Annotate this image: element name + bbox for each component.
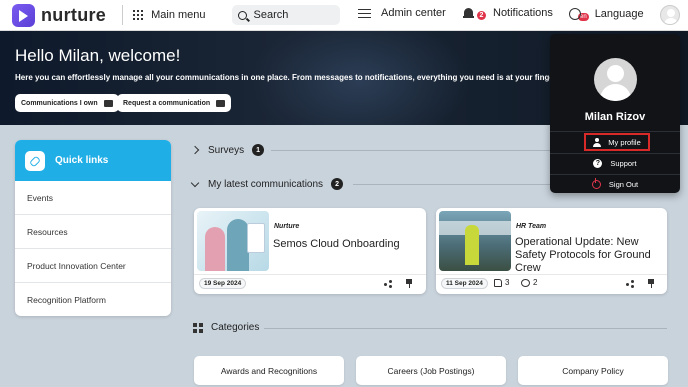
welcome-title: Hello Milan, welcome! [15, 46, 181, 65]
profile-name: Milan Rizov [584, 111, 646, 123]
like-button[interactable]: 3 [494, 278, 509, 287]
share-icon[interactable] [626, 280, 634, 288]
communication-author: Nurture [274, 223, 300, 230]
language-label: Language [594, 8, 644, 20]
divider [271, 150, 550, 151]
main-menu-button[interactable]: Main menu [133, 9, 206, 21]
link-icon [25, 150, 45, 171]
quick-link-product-innovation-center[interactable]: Product Innovation Center [15, 249, 171, 283]
request-communication-button[interactable]: Request a communication [117, 94, 232, 112]
surveys-count-badge: 1 [252, 144, 265, 156]
search-label: Search [253, 9, 289, 21]
communication-title[interactable]: Operational Update: New Safety Protocols… [515, 236, 663, 275]
quick-link-recognition-platform[interactable]: Recognition Platform [15, 283, 171, 316]
category-company-policy[interactable]: Company Policy [518, 356, 668, 385]
question-mark-icon: ? [593, 158, 603, 168]
main-menu-label: Main menu [151, 9, 206, 21]
surveys-label: Surveys [208, 144, 245, 156]
language-button[interactable]: en Language [569, 7, 644, 21]
like-count: 3 [505, 278, 510, 287]
divider [353, 184, 550, 185]
communication-card[interactable]: HR Team Operational Update: New Safety P… [436, 208, 667, 294]
brand-name: nurture [41, 4, 107, 25]
share-icon[interactable] [384, 280, 392, 288]
communications-i-own-label: Communications I own [21, 99, 98, 107]
add-document-icon [216, 99, 226, 107]
my-profile-label: My profile [608, 137, 641, 147]
notification-count-badge: 2 [477, 11, 486, 20]
quick-links-header: Quick links [15, 140, 171, 181]
communication-date: 11 Sep 2024 [441, 278, 488, 289]
chevron-right-icon [190, 145, 200, 155]
communication-thumbnail [439, 211, 511, 271]
logo[interactable]: nurture [12, 3, 107, 27]
latest-communications-label: My latest communications [208, 178, 324, 190]
divider [264, 328, 667, 329]
categories-label: Categories [211, 322, 260, 333]
quick-links-card: Quick links Events Resources Product Inn… [15, 140, 171, 316]
categories-heading: Categories [193, 322, 259, 333]
request-communication-label: Request a communication [123, 99, 211, 107]
nurture-logo-icon [12, 3, 35, 27]
mail-icon [103, 99, 113, 107]
communication-card[interactable]: Nurture Semos Cloud Onboarding 19 Sep 20… [194, 208, 426, 294]
chevron-down-icon [190, 178, 200, 187]
divider [550, 131, 680, 132]
search-input[interactable]: Search [231, 5, 340, 25]
communication-author: HR Team [516, 223, 547, 230]
profile-dropdown-menu: Milan Rizov My profile ? Support Sign Ou… [550, 34, 680, 193]
communication-thumbnail [197, 211, 269, 271]
communications-count-badge: 2 [331, 178, 344, 190]
support-menu-item[interactable]: ? Support [550, 154, 680, 172]
grid-menu-icon [133, 10, 144, 20]
divider [194, 274, 426, 275]
notifications-label: Notifications [493, 7, 553, 19]
surveys-section-toggle[interactable]: Surveys 1 [190, 144, 265, 156]
admin-center-button[interactable]: Admin center [358, 7, 446, 19]
communication-date: 19 Sep 2024 [199, 278, 247, 289]
my-profile-menu-item[interactable]: My profile [584, 133, 650, 151]
person-icon [593, 137, 602, 147]
quick-link-resources[interactable]: Resources [15, 215, 171, 249]
profile-avatar [594, 58, 637, 101]
bell-icon [463, 7, 474, 20]
support-label: Support [610, 158, 637, 168]
search-icon [237, 10, 247, 20]
power-icon [591, 177, 601, 189]
pin-icon[interactable] [648, 279, 654, 288]
category-careers[interactable]: Careers (Job Postings) [356, 356, 506, 385]
sliders-icon [358, 8, 371, 19]
category-awards-and-recognitions[interactable]: Awards and Recognitions [194, 356, 344, 385]
divider [122, 5, 124, 25]
quick-link-events[interactable]: Events [15, 181, 171, 215]
quick-links-title: Quick links [55, 155, 109, 166]
comment-button[interactable]: 2 [521, 278, 537, 287]
notifications-button[interactable]: 2 Notifications [463, 6, 553, 20]
latest-communications-toggle[interactable]: My latest communications 2 [190, 178, 344, 190]
comment-count: 2 [533, 278, 538, 287]
globe-icon [569, 8, 581, 20]
welcome-subtitle: Here you can effortlessly manage all you… [15, 73, 574, 82]
user-avatar-button[interactable] [660, 5, 680, 25]
categories-grid-icon [193, 322, 203, 333]
admin-center-label: Admin center [381, 7, 446, 19]
communications-i-own-button[interactable]: Communications I own [15, 94, 119, 112]
pin-icon[interactable] [406, 279, 412, 288]
divider [436, 274, 667, 275]
thumbs-up-icon [494, 278, 502, 287]
sign-out-label: Sign Out [608, 179, 639, 189]
comment-icon [521, 278, 530, 287]
sign-out-menu-item[interactable]: Sign Out [550, 175, 680, 193]
communication-title[interactable]: Semos Cloud Onboarding [273, 238, 421, 251]
